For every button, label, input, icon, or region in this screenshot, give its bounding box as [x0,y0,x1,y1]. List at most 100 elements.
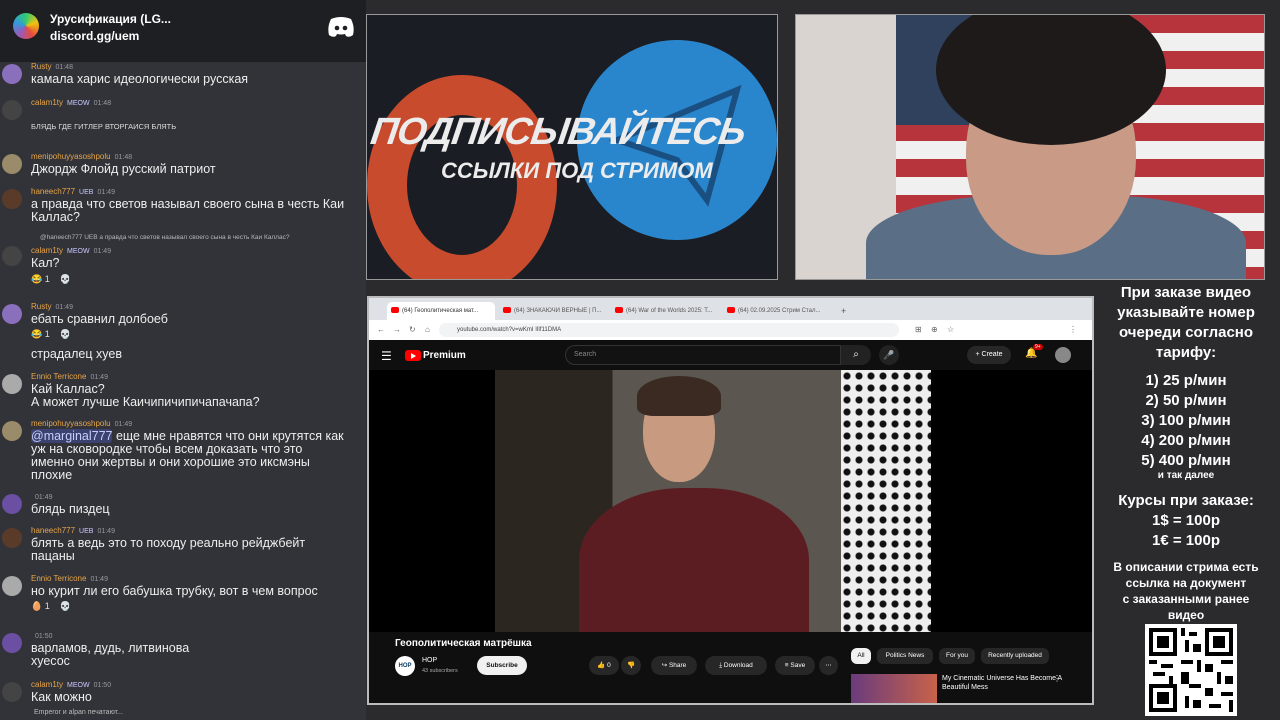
discord-logo-icon [328,17,354,37]
timestamp: 01:50 [35,633,53,640]
back-icon[interactable]: ← [377,325,385,334]
account-avatar[interactable] [1055,347,1071,363]
create-button[interactable]: + Create [967,346,1011,364]
avatar[interactable] [2,682,22,702]
reaction[interactable]: 💀 [60,329,71,340]
browser-menu-icon[interactable]: ⋮ [1069,325,1077,334]
server-icon[interactable] [13,13,39,39]
more-actions-icon[interactable]: ⋯ [819,656,838,675]
chip-for-you[interactable]: For you [939,648,975,664]
reaction[interactable]: 💀 [60,274,71,285]
microphone-icon[interactable]: 🎤 [879,345,899,365]
avatar[interactable] [2,494,22,514]
message-text: Как можно [31,690,92,704]
username[interactable]: menipohuyyasoshpolu [31,152,111,161]
video-player[interactable] [369,370,1092,632]
tariff-line: 5) 400 р/мин [1141,452,1231,469]
reaction[interactable]: 😂 1 [31,274,50,285]
like-button[interactable]: 👍 0 [589,656,619,675]
avatar[interactable] [2,304,22,324]
chip-politics-news[interactable]: Politics News [877,648,933,664]
avatar[interactable] [2,189,22,209]
username[interactable]: calam1ty [31,246,63,255]
rates-title: Курсы при заказе: [1118,492,1254,509]
banner-title: ПОДПИСЫВАЙТЕСЬ [368,111,748,153]
avatar[interactable] [2,421,22,441]
role-badge: UEB [79,189,94,196]
username[interactable]: haneech777 [31,187,75,196]
server-invite[interactable]: discord.gg/uem [50,29,139,43]
star-icon[interactable]: ☆ [947,325,954,334]
username[interactable]: Rusty [31,62,51,71]
avatar[interactable] [2,633,22,653]
home-icon[interactable]: ⌂ [425,325,430,334]
browser-tab[interactable]: (64) 02.09.2025 Стрим Стал... [723,302,831,320]
download-icon: ⤓ [719,662,723,669]
discord-header: Урусификация (LG... discord.gg/uem [0,0,366,62]
avatar[interactable] [2,246,22,266]
youtube-icon [391,307,399,314]
qr-code[interactable] [1145,624,1237,716]
search-input[interactable]: Search [565,345,841,365]
username[interactable]: calam1ty [31,680,63,689]
discord-chat-panel: Урусификация (LG... discord.gg/uem Rusty… [0,0,366,720]
notification-count: 9+ [1033,344,1043,350]
webcam-feed [795,14,1265,280]
channel-name[interactable]: НОР [422,657,437,664]
timestamp: 01:49 [35,494,53,501]
more-vert-icon[interactable]: ⋮ [1053,674,1061,683]
info-line: ссылка на документ [1125,576,1247,590]
youtube-icon [727,307,735,314]
timestamp: 01:49 [97,189,115,196]
timestamp: 01:48 [114,154,133,161]
username[interactable]: Ennio Terricone [31,574,86,583]
recommended-thumbnail[interactable] [851,674,937,703]
forward-icon[interactable]: → [393,325,401,334]
reaction[interactable]: 🥚 1 [31,601,50,612]
avatar[interactable] [2,528,22,548]
channel-avatar[interactable]: НОР [395,656,415,676]
user-mention[interactable]: @marginal777 [31,429,113,443]
new-tab-icon[interactable]: + [837,302,851,320]
username[interactable]: menipohuyyasoshpolu [31,419,111,428]
timestamp: 01:49 [114,421,133,428]
youtube-logo-icon[interactable] [405,350,421,361]
dislike-button[interactable]: 👎 [621,656,641,675]
youtube-logo-text[interactable]: Premium [423,350,466,361]
timestamp: 01:48 [55,64,73,71]
speaker-hair [637,376,721,416]
download-button[interactable]: ⤓ Download [705,656,767,675]
reaction[interactable]: 💀 [60,601,71,612]
reaction[interactable]: 😂 1 [31,329,50,340]
tab-bar: (64) Геополитическая мат... (64) ЗНАКАЮЧ… [369,298,1092,320]
subscribe-button[interactable]: Subscribe [477,656,527,675]
search-icon[interactable]: ⌕ [841,345,871,365]
url-input[interactable]: youtube.com/watch?v=wKmI IlIf11DMA [439,323,899,337]
username[interactable]: Rusty [31,302,51,311]
reload-icon[interactable]: ↻ [409,325,416,334]
role-badge: MEOW [67,100,90,107]
save-button[interactable]: ≡ Save [775,656,815,675]
hamburger-menu-icon[interactable]: ☰ [381,349,392,363]
browser-tab[interactable]: (64) War of the Worlds 2025: T... [611,302,719,320]
avatar[interactable] [2,64,22,84]
chip-recently-uploaded[interactable]: Recently uploaded [981,648,1049,664]
browser-tab[interactable]: (64) Геополитическая мат... [387,302,495,320]
extension-icon[interactable]: ⊞ [915,325,922,334]
avatar[interactable] [2,100,22,120]
username[interactable]: calam1ty [31,98,63,107]
browser-tab[interactable]: (64) ЗНАКАЮЧИ ВЕРНЫЕ | П... [499,302,607,320]
info-line: При заказе видео [1120,284,1252,301]
username[interactable]: haneech777 [31,526,75,535]
share-button[interactable]: ↪ Share [651,656,697,675]
username[interactable]: Ennio Terricone [31,372,86,381]
timestamp: 01:49 [93,248,112,255]
reply-preview[interactable]: @haneech777 UEB а правда что светов назы… [40,234,289,241]
message-text: но курит ли его бабушка трубку, вот в че… [31,584,318,598]
zoom-icon[interactable]: ⊕ [931,325,938,334]
avatar[interactable] [2,374,22,394]
avatar[interactable] [2,154,22,174]
timestamp: 01:49 [97,528,115,535]
chip-all[interactable]: All [851,648,871,664]
avatar[interactable] [2,576,22,596]
